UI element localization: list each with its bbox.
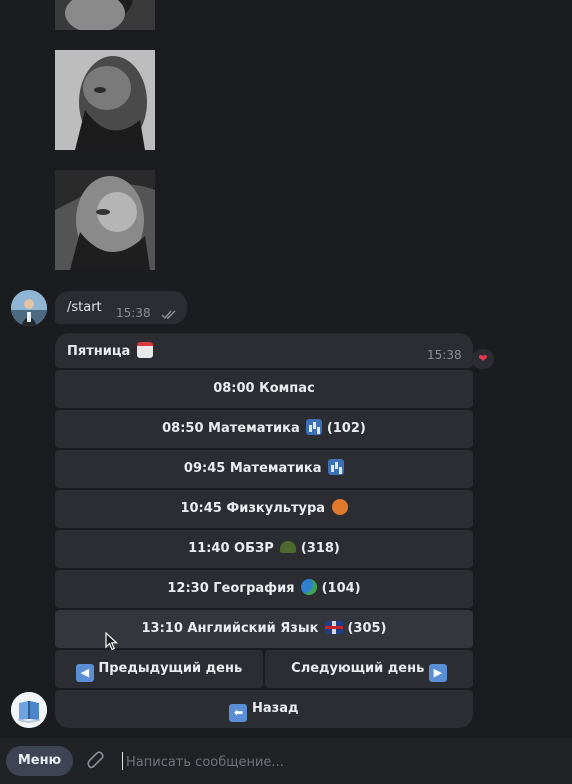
globe-icon bbox=[301, 579, 318, 595]
chart-icon bbox=[328, 459, 345, 475]
calendar-icon bbox=[136, 342, 153, 358]
schedule-button-1[interactable]: 08:00 Компас bbox=[55, 370, 473, 408]
bot-message-time: 15:38 bbox=[427, 348, 462, 362]
schedule-button-3[interactable]: 09:45 Математика bbox=[55, 450, 473, 488]
heart-reaction-icon[interactable]: ❤ bbox=[472, 349, 494, 369]
schedule-button-2[interactable]: 08:50 Математика (102) bbox=[55, 410, 473, 448]
schedule-button-4[interactable]: 10:45 Физкультура bbox=[55, 490, 473, 528]
paperclip-icon[interactable] bbox=[86, 751, 106, 777]
back-arrow-icon: ⬅ bbox=[229, 704, 248, 722]
message-input[interactable] bbox=[124, 748, 558, 776]
message-input-bar: Меню bbox=[0, 738, 572, 784]
schedule-button-5[interactable]: 11:40 ОБЗР (318) bbox=[55, 530, 473, 568]
schedule-button-6[interactable]: 12:30 География (104) bbox=[55, 570, 473, 608]
chat-area: /start 15:38 Пятница 15:38 ❤ 08:00 Компа… bbox=[0, 0, 572, 738]
sticker-photo-1[interactable] bbox=[55, 0, 155, 30]
bot-message-text: Пятница bbox=[67, 342, 153, 359]
bot-message-bubble[interactable]: Пятница 15:38 bbox=[55, 333, 473, 368]
next-day-button[interactable]: Следующий день ▶ bbox=[265, 650, 473, 688]
text-caret bbox=[122, 752, 123, 770]
basketball-icon bbox=[331, 499, 348, 515]
user-message-time: 15:38 bbox=[116, 306, 151, 320]
arrow-left-icon: ◀ bbox=[75, 664, 94, 682]
arrow-right-icon: ▶ bbox=[428, 664, 447, 682]
menu-button[interactable]: Меню bbox=[6, 746, 73, 776]
back-button[interactable]: ⬅ Назад bbox=[55, 690, 473, 728]
double-check-icon bbox=[161, 305, 179, 324]
user-avatar[interactable] bbox=[11, 290, 47, 326]
sticker-photo-3[interactable] bbox=[55, 170, 155, 270]
user-message-text: /start bbox=[67, 300, 102, 315]
chart-icon bbox=[306, 419, 323, 435]
user-message-bubble[interactable]: /start 15:38 bbox=[55, 291, 187, 324]
sticker-photo-2[interactable] bbox=[55, 50, 155, 150]
mouse-cursor-icon bbox=[105, 631, 119, 656]
uk-flag-icon bbox=[324, 621, 343, 634]
bot-avatar[interactable] bbox=[11, 692, 47, 728]
previous-day-button[interactable]: ◀ Предыдущий день bbox=[55, 650, 263, 688]
helmet-icon bbox=[280, 541, 297, 553]
